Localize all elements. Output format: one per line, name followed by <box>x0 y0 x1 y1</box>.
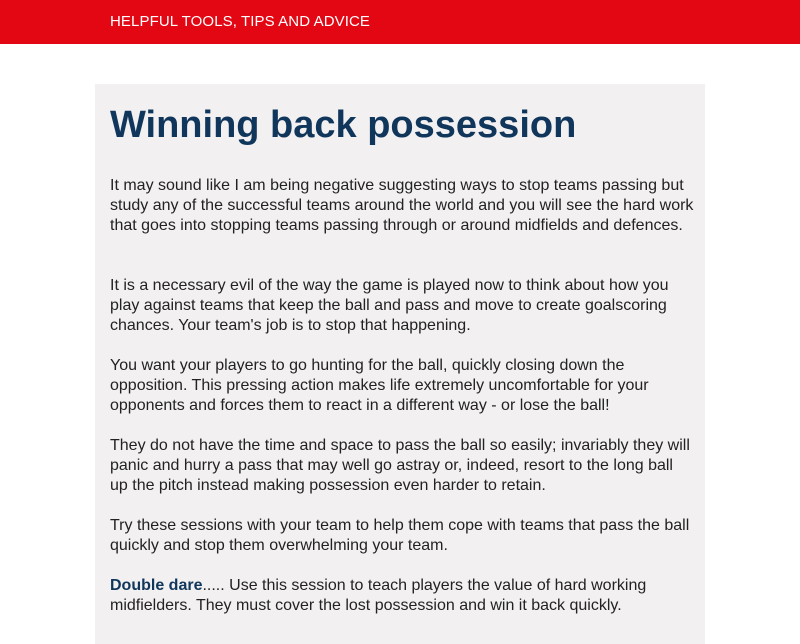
article-paragraph: They do not have the time and space to p… <box>110 437 690 494</box>
article-paragraph: Try these sessions with your team to hel… <box>110 517 690 554</box>
article-paragraph: You want your players to go hunting for … <box>110 357 649 414</box>
article-title: Winning back possession <box>110 104 577 146</box>
article-paragraph: It may sound like I am being negative su… <box>110 177 694 234</box>
session-paragraph: Double dare..... Use this session to tea… <box>110 576 695 616</box>
article-panel: Winning back possession It may sound lik… <box>95 84 705 644</box>
session-link-double-dare[interactable]: Double dare <box>110 577 202 594</box>
nav-link-helpful-tools[interactable]: HELPFUL TOOLS, TIPS AND ADVICE <box>110 13 370 30</box>
top-header-bar: HELPFUL TOOLS, TIPS AND ADVICE <box>0 0 800 44</box>
article-paragraph: It is a necessary evil of the way the ga… <box>110 277 669 334</box>
